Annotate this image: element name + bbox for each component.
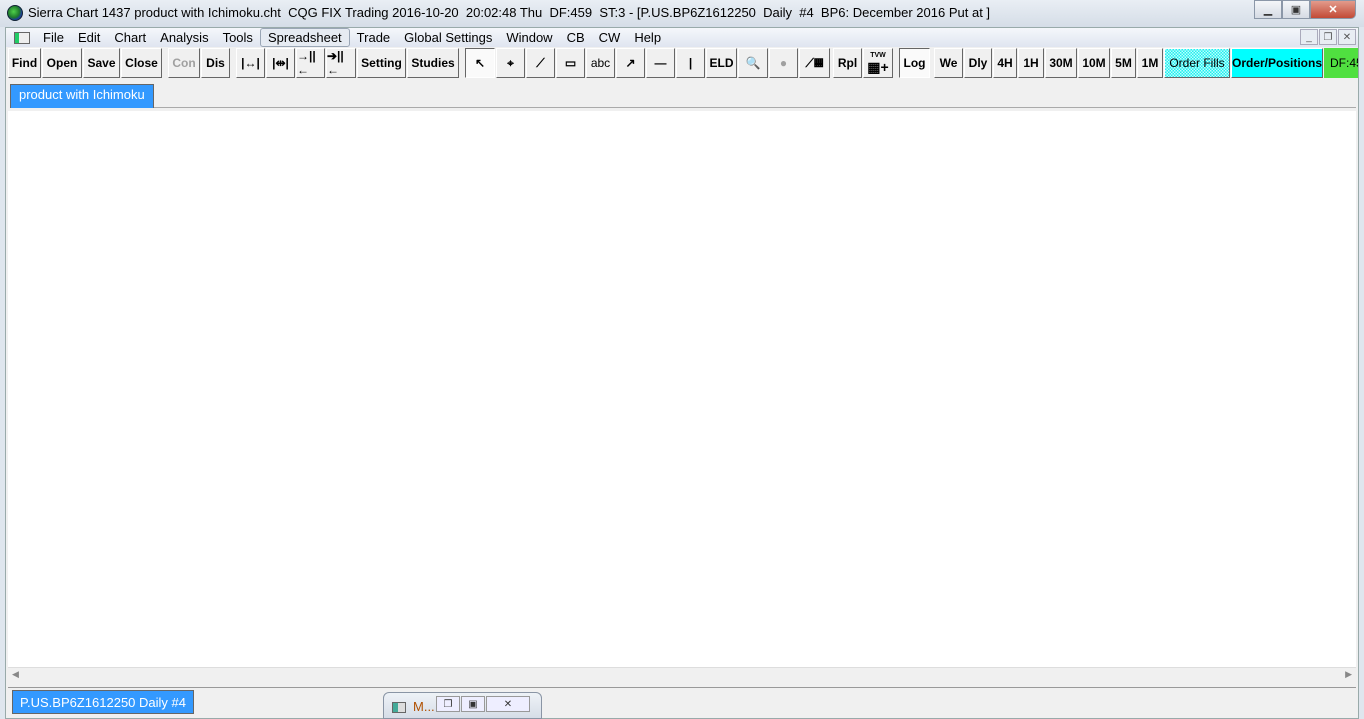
maximize-button[interactable]: ▣ <box>1282 0 1310 19</box>
menu-help[interactable]: Help <box>627 29 668 46</box>
tvw-button[interactable]: TVW ▦+ <box>863 48 893 78</box>
horizontal-line-tool-icon[interactable]: — <box>646 48 675 78</box>
disconnect-button[interactable]: Dis <box>201 48 230 78</box>
menu-window[interactable]: Window <box>499 29 559 46</box>
app-globe-icon <box>7 5 23 21</box>
minimize-button[interactable]: ▁ <box>1254 0 1282 19</box>
mdi-close-button[interactable]: ✕ <box>1338 29 1356 45</box>
10m-button[interactable]: 10M <box>1078 48 1110 78</box>
system-menu-icon[interactable] <box>14 31 30 44</box>
compress-bars-icon[interactable]: →||← <box>296 48 325 78</box>
mini-maximize-button[interactable]: ▣ <box>461 696 485 712</box>
expand-bars-bold-icon[interactable]: |⇹| <box>266 48 295 78</box>
vertical-line-tool-icon[interactable]: | <box>676 48 705 78</box>
menu-cb[interactable]: CB <box>560 29 592 46</box>
chart-area[interactable] <box>8 111 1356 667</box>
menu-analysis[interactable]: Analysis <box>153 29 215 46</box>
scroll-left-icon[interactable]: ◀ <box>12 669 19 680</box>
expand-bars-icon[interactable]: |↔| <box>236 48 265 78</box>
horizontal-scrollbar[interactable]: ◀ ▶ <box>8 667 1356 684</box>
window-title: Sierra Chart 1437 product with Ichimoku.… <box>28 5 991 20</box>
mdi-restore-button[interactable]: ❐ <box>1319 29 1337 45</box>
1h-button[interactable]: 1H <box>1018 48 1044 78</box>
compress-bars-bold-icon[interactable]: ➔||← <box>326 48 356 78</box>
menu-file[interactable]: File <box>36 29 71 46</box>
menu-cw[interactable]: CW <box>592 29 628 46</box>
minimized-window-title: M... <box>413 699 435 714</box>
menu-trade[interactable]: Trade <box>350 29 397 46</box>
4h-button[interactable]: 4H <box>993 48 1017 78</box>
eld-button[interactable]: ELD <box>706 48 737 78</box>
chart-tab[interactable]: P.US.BP6Z1612250 Daily #4 <box>12 690 194 714</box>
menu-edit[interactable]: Edit <box>71 29 107 46</box>
weekly-button[interactable]: We <box>934 48 963 78</box>
window-icon <box>392 702 406 713</box>
5m-button[interactable]: 5M <box>1111 48 1136 78</box>
toolbar: Find Open Save Close Con Dis |↔| |⇹| →||… <box>8 48 1358 79</box>
menu-global-settings[interactable]: Global Settings <box>397 29 499 46</box>
chartbook-tabs: product with Ichimoku <box>10 82 1356 108</box>
main-frame: File Edit Chart Analysis Tools Spreadshe… <box>5 27 1359 719</box>
close-chart-button[interactable]: Close <box>121 48 162 78</box>
chartbook-tab[interactable]: product with Ichimoku <box>10 84 154 108</box>
data-feed-status: DF:459 <box>1324 48 1358 78</box>
menu-spreadsheet[interactable]: Spreadsheet <box>259 28 350 47</box>
mini-close-button[interactable]: ✕ <box>486 696 530 712</box>
connect-button[interactable]: Con <box>168 48 200 78</box>
title-bar: Sierra Chart 1437 product with Ichimoku.… <box>0 0 1364 27</box>
menu-chart[interactable]: Chart <box>107 29 153 46</box>
grid-plus-icon: ▦+ <box>867 59 889 75</box>
pointer-tool-icon[interactable]: ↖ <box>465 48 495 78</box>
log-scale-button[interactable]: Log <box>899 48 930 78</box>
scroll-right-icon[interactable]: ▶ <box>1345 669 1352 680</box>
arrow-tool-icon[interactable]: ↗ <box>616 48 645 78</box>
order-positions-button[interactable]: Order/Positions <box>1231 48 1323 78</box>
daily-button[interactable]: Dly <box>964 48 992 78</box>
crosshair-tool-icon[interactable]: ⌖ <box>496 48 525 78</box>
zoom-tool-icon[interactable]: 🔍 <box>738 48 768 78</box>
text-tool-button[interactable]: abc <box>586 48 615 78</box>
mini-restore-button[interactable]: ❐ <box>436 696 460 712</box>
minimized-window[interactable]: M... ❐ ▣ ✕ <box>383 692 542 719</box>
calculator-line-tool-icon[interactable]: ⟋▦ <box>799 48 830 78</box>
30m-button[interactable]: 30M <box>1045 48 1077 78</box>
studies-button[interactable]: Studies <box>407 48 459 78</box>
1m-button[interactable]: 1M <box>1137 48 1163 78</box>
open-button[interactable]: Open <box>42 48 82 78</box>
mdi-minimize-button[interactable]: _ <box>1300 29 1318 45</box>
order-fills-button[interactable]: Order Fills <box>1164 48 1230 78</box>
close-button[interactable]: ✕ <box>1310 0 1356 19</box>
line-tool-icon[interactable]: ⟋ <box>526 48 555 78</box>
setting-button[interactable]: Setting <box>357 48 406 78</box>
find-button[interactable]: Find <box>8 48 41 78</box>
save-button[interactable]: Save <box>83 48 120 78</box>
chart-tabs: P.US.BP6Z1612250 Daily #4 <box>8 687 1356 715</box>
rectangle-tool-icon[interactable]: ▭ <box>556 48 585 78</box>
replay-button[interactable]: Rpl <box>833 48 862 78</box>
menu-bar: File Edit Chart Analysis Tools Spreadshe… <box>6 28 1358 47</box>
menu-tools[interactable]: Tools <box>216 29 260 46</box>
disabled-zoom-icon[interactable]: ● <box>769 48 798 78</box>
